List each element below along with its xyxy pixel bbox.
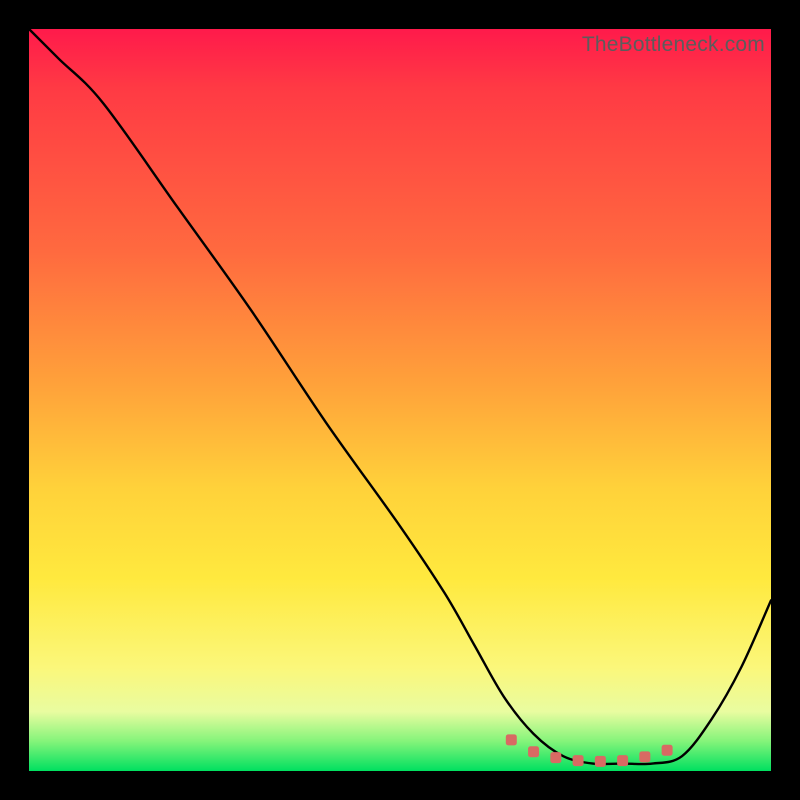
chart-frame: TheBottleneck.com (29, 29, 771, 771)
bottleneck-curve (29, 29, 771, 771)
watermark-text: TheBottleneck.com (582, 33, 765, 57)
trough-marker (506, 734, 517, 745)
trough-marker (528, 746, 539, 757)
trough-marker (617, 755, 628, 766)
trough-marker (639, 751, 650, 762)
trough-marker (662, 745, 673, 756)
trough-marker (595, 756, 606, 767)
trough-marker (550, 752, 561, 763)
curve-line (29, 29, 771, 764)
trough-marker (573, 755, 584, 766)
